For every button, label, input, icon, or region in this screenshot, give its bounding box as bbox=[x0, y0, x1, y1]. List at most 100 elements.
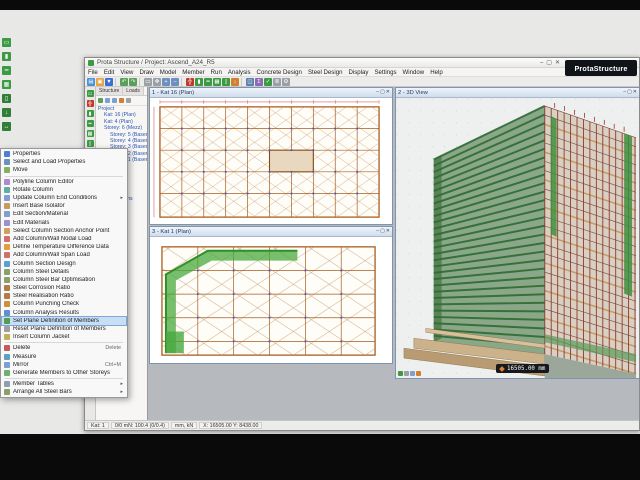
menu-item[interactable]: Window bbox=[400, 69, 428, 76]
context-menu-item[interactable]: Rotate Column bbox=[2, 186, 126, 194]
maximize-button[interactable]: ▢ bbox=[546, 60, 552, 66]
context-menu-item[interactable]: Member Tables ▸ bbox=[2, 380, 126, 388]
dock-icon[interactable]: ▯ bbox=[86, 140, 94, 147]
context-menu-item[interactable]: Generate Members to Other Storeys bbox=[2, 369, 126, 377]
menu-item[interactable]: Concrete Design bbox=[254, 69, 305, 76]
context-menu-item[interactable]: Select and Load Properties bbox=[2, 158, 126, 166]
toolbar-icon[interactable]: ▦ bbox=[213, 77, 221, 86]
context-menu-item[interactable]: Measure bbox=[2, 353, 126, 361]
context-menu-item[interactable]: Delete Delete bbox=[2, 344, 126, 352]
context-menu-item[interactable]: Column Steel Bar Optimisation bbox=[2, 276, 126, 284]
context-menu-item[interactable]: Steel Corrosion Ratio bbox=[2, 284, 126, 292]
context-menu-item[interactable]: Update Column End Conditions ▸ bbox=[2, 194, 126, 202]
floating-toolbar-icon[interactable]: ▦ bbox=[2, 80, 11, 89]
context-menu-item[interactable]: Column Analysis Results bbox=[2, 309, 126, 317]
context-menu-item[interactable]: Column Section Design bbox=[2, 259, 126, 267]
plan2-canvas[interactable] bbox=[150, 237, 392, 363]
dock-icon[interactable]: ▮ bbox=[86, 110, 94, 117]
tree-toolbar-icon[interactable] bbox=[105, 98, 110, 103]
context-menu-item[interactable]: Column Steel Details bbox=[2, 268, 126, 276]
plan1-close-button[interactable]: ✕ bbox=[386, 90, 390, 95]
toolbar-icon[interactable]: ▯ bbox=[222, 77, 230, 86]
context-menu-item[interactable]: Polyline Column Editor bbox=[2, 178, 126, 186]
menu-item[interactable]: File bbox=[85, 69, 101, 76]
context-menu-item[interactable]: Add Column/Wall Nodal Load bbox=[2, 235, 126, 243]
menu-item[interactable]: Help bbox=[427, 69, 446, 76]
toolbar-icon[interactable]: ≣ bbox=[273, 77, 281, 86]
floating-toolbar-icon[interactable]: ━ bbox=[2, 66, 11, 75]
toolbar-icon[interactable]: + bbox=[162, 77, 170, 86]
plan1-title-bar[interactable]: 1 - Kat 16 (Plan) – ▢ ✕ bbox=[150, 88, 392, 98]
view3d-maximize-button[interactable]: ▢ bbox=[627, 90, 632, 95]
view3d-title-bar[interactable]: 2 - 3D View – ▢ ✕ bbox=[396, 88, 639, 98]
context-menu-item[interactable]: Properties bbox=[2, 150, 126, 158]
plan2-close-button[interactable]: ✕ bbox=[386, 229, 390, 234]
toolbar-icon[interactable]: ━ bbox=[204, 77, 212, 86]
toolbar-icon[interactable]: ▣ bbox=[96, 77, 104, 86]
toolbar-icon[interactable]: ✓ bbox=[264, 77, 272, 86]
view3d-canvas[interactable]: 16505.00 mm bbox=[396, 98, 639, 378]
plan1-canvas[interactable] bbox=[150, 98, 392, 224]
context-menu-item[interactable]: Move bbox=[2, 166, 126, 174]
close-button[interactable]: ✕ bbox=[555, 60, 560, 66]
toolbar-icon[interactable]: ▤ bbox=[87, 77, 95, 86]
menu-item[interactable]: Analysis bbox=[225, 69, 254, 76]
context-menu-item[interactable]: Add Column/Wall Span Load bbox=[2, 251, 126, 259]
menu-item[interactable]: Model bbox=[157, 69, 180, 76]
toolbar-icon[interactable]: ▭ bbox=[144, 77, 152, 86]
dock-icon[interactable]: ╬ bbox=[86, 100, 94, 107]
context-menu-item[interactable]: Steel Realisation Ratio bbox=[2, 292, 126, 300]
plan1-maximize-button[interactable]: ▢ bbox=[380, 90, 385, 95]
context-menu-item[interactable]: Reset Plane Definition of Members bbox=[2, 325, 126, 333]
floating-toolbar-icon[interactable]: ▯ bbox=[2, 94, 11, 103]
dock-icon[interactable]: ━ bbox=[86, 120, 94, 127]
context-menu-item[interactable]: Edit Materials bbox=[2, 219, 126, 227]
context-menu-item[interactable]: Insert Base Isolator bbox=[2, 202, 126, 210]
tree-toolbar-icon[interactable] bbox=[119, 98, 124, 103]
menu-item[interactable]: Member bbox=[179, 69, 207, 76]
plan2-minimize-button[interactable]: – bbox=[376, 229, 379, 234]
toolbar-icon[interactable]: ⚙ bbox=[282, 77, 290, 86]
menu-item[interactable]: Edit bbox=[101, 69, 118, 76]
view3d-close-button[interactable]: ✕ bbox=[633, 90, 637, 95]
toolbar-icon[interactable]: ▮ bbox=[195, 77, 203, 86]
context-menu-item[interactable]: Insert Column Jacket bbox=[2, 333, 126, 341]
dock-icon[interactable]: ▦ bbox=[86, 130, 94, 137]
plan1-minimize-button[interactable]: – bbox=[376, 90, 379, 95]
minimize-button[interactable]: – bbox=[540, 60, 543, 66]
menu-item[interactable]: Run bbox=[208, 69, 225, 76]
plan2-maximize-button[interactable]: ▢ bbox=[380, 229, 385, 234]
floating-toolbar-icon[interactable]: ▭ bbox=[2, 38, 11, 47]
tree-toolbar-icon[interactable] bbox=[126, 98, 131, 103]
context-menu-item[interactable]: Column Punching Check bbox=[2, 300, 126, 308]
dock-icon[interactable]: ▭ bbox=[86, 90, 94, 97]
toolbar-icon[interactable]: ↓ bbox=[231, 77, 239, 86]
menu-item[interactable]: Display bbox=[346, 69, 372, 76]
menu-item[interactable]: Steel Design bbox=[305, 69, 346, 76]
pan-3d-icon[interactable] bbox=[410, 371, 415, 376]
toolbar-icon[interactable]: ↶ bbox=[120, 77, 128, 86]
plan2-title-bar[interactable]: 3 - Kat 1 (Plan) – ▢ ✕ bbox=[150, 227, 392, 237]
floating-toolbar-icon[interactable]: ↓ bbox=[2, 108, 11, 117]
tree-toolbar-icon[interactable] bbox=[112, 98, 117, 103]
tree-toolbar-icon[interactable] bbox=[98, 98, 103, 103]
toolbar-icon[interactable]: ✥ bbox=[153, 77, 161, 86]
toolbar-icon[interactable]: ▼ bbox=[105, 77, 113, 86]
orbit-icon[interactable] bbox=[398, 371, 403, 376]
menu-item[interactable]: Draw bbox=[136, 69, 156, 76]
walkthrough-icon[interactable] bbox=[416, 371, 421, 376]
floating-toolbar-icon[interactable]: ↔ bbox=[2, 122, 11, 131]
context-menu-item[interactable]: Mirror Ctrl+M bbox=[2, 361, 126, 369]
toolbar-icon[interactable]: − bbox=[171, 77, 179, 86]
context-menu-item[interactable]: Set Plane Definition of Members bbox=[1, 315, 127, 326]
context-menu-item[interactable]: Define Temperature Difference Data bbox=[2, 243, 126, 251]
toolbar-icon[interactable]: ╬ bbox=[186, 77, 194, 86]
tree-tab[interactable]: Structure bbox=[96, 87, 124, 95]
tree-tab[interactable]: Loads bbox=[123, 87, 144, 95]
context-menu-item[interactable]: Arrange All Steel Bars ▸ bbox=[2, 388, 126, 396]
context-menu-item[interactable]: Edit Section/Material bbox=[2, 210, 126, 218]
toolbar-icon[interactable]: ◫ bbox=[246, 77, 254, 86]
tree-item[interactable]: Storey: 6 (Mezz) bbox=[96, 125, 147, 131]
zoom-extents-icon[interactable] bbox=[404, 371, 409, 376]
floating-toolbar-icon[interactable]: ▮ bbox=[2, 52, 11, 61]
